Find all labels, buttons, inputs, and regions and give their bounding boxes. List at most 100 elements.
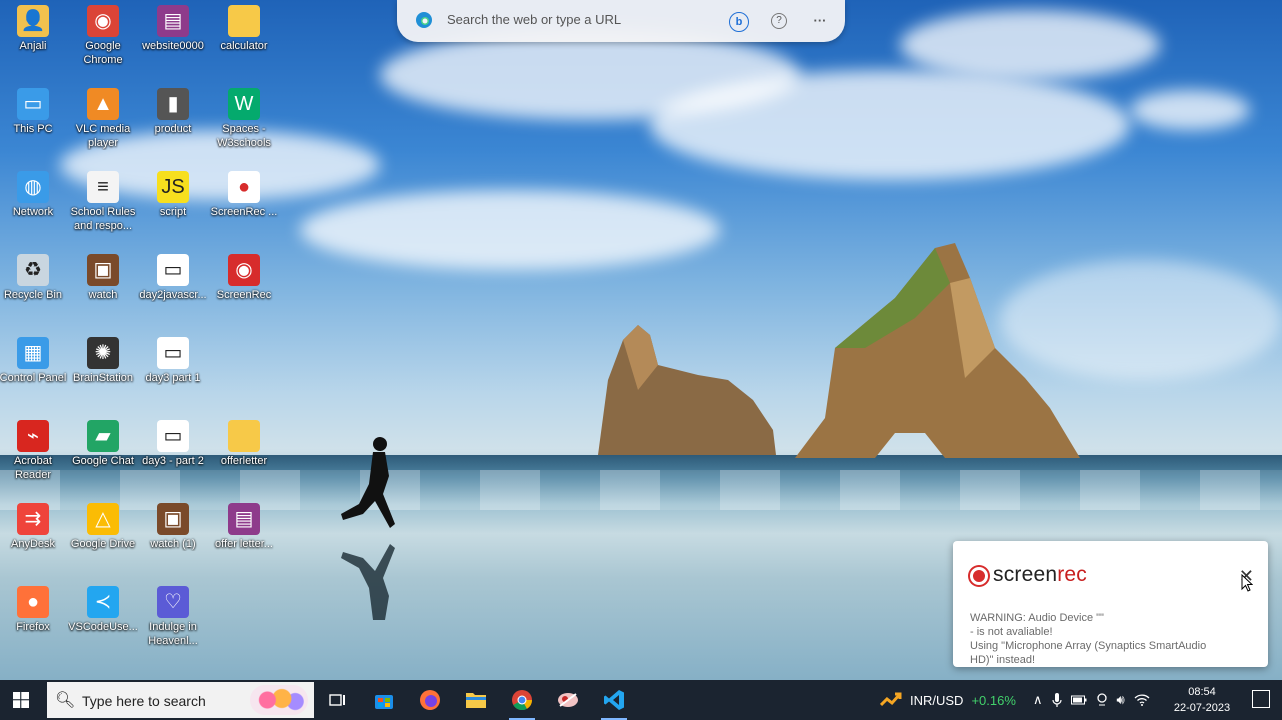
search-highlight-image[interactable] xyxy=(250,685,308,715)
desktop-icon-vlc-media-player[interactable]: ▲ VLC media player xyxy=(68,88,138,150)
desktop-icon-day3-part-2[interactable]: ▭ day3 - part 2 xyxy=(138,420,208,468)
desktop-icon-brainstation[interactable]: ✺ BrainStation xyxy=(68,337,138,385)
desktop-icon-recycle-bin[interactable]: ♻ Recycle Bin xyxy=(0,254,68,302)
brain-icon: ✺ xyxy=(87,337,119,369)
desktop-icon-label: offer letter... xyxy=(215,538,273,550)
location-icon[interactable] xyxy=(1096,693,1108,707)
snip-icon xyxy=(558,693,578,707)
desktop-icon-anjali[interactable]: 👤 Anjali xyxy=(0,5,68,53)
network-icon: ◍ xyxy=(17,171,49,203)
computer-icon: ▭ xyxy=(17,88,49,120)
desktop-icon-label: BrainStation xyxy=(73,372,133,384)
desktop-icon-google-chat[interactable]: ▰ Google Chat xyxy=(68,420,138,468)
taskbar-app-snipping-tool[interactable] xyxy=(545,680,591,720)
desktop-icon-screenrec[interactable]: ● ScreenRec ... xyxy=(209,171,279,219)
desktop-icon-watch[interactable]: ▣ watch xyxy=(68,254,138,302)
desktop-icon-product[interactable]: ▮ product xyxy=(138,88,208,136)
desktop-icon-label: Network xyxy=(12,206,54,218)
taskbar-search-box[interactable]: 🔍︎ Type here to search xyxy=(47,682,314,718)
currency-pair-label: INR/USD xyxy=(910,692,964,708)
desktop-icon-calculator[interactable]: calculator xyxy=(209,5,279,53)
edge-logo-icon xyxy=(416,12,432,28)
more-icon[interactable]: ··· xyxy=(809,10,831,32)
recycle-bin-icon: ♻ xyxy=(17,254,49,286)
desktop-icon-vscodeuse[interactable]: ≺ VSCodeUse... xyxy=(68,586,138,634)
taskbar-app-firefox[interactable] xyxy=(407,680,453,720)
desktop-icon-spaces-w3schools[interactable]: W Spaces - W3schools xyxy=(209,88,279,150)
desktop-icon-network[interactable]: ◍ Network xyxy=(0,171,68,219)
firefox-icon xyxy=(420,690,440,710)
desktop-icon-google-drive[interactable]: △ Google Drive xyxy=(68,503,138,551)
start-button[interactable] xyxy=(0,680,44,720)
desktop-icon-watch-1[interactable]: ▣ watch (1) xyxy=(138,503,208,551)
system-tray: ∧ 🔊︎ xyxy=(1033,680,1150,720)
help-icon[interactable]: ? xyxy=(771,13,787,29)
taskbar-app-vscode[interactable] xyxy=(591,680,637,720)
desktop-icon-label: watch (1) xyxy=(150,538,196,550)
desktop-icon-label: offerletter xyxy=(220,455,268,467)
desktop-icon-indulge-in-heavenl[interactable]: ♡ Indulge in Heavenl... xyxy=(138,586,208,648)
tv-icon: ▣ xyxy=(157,503,189,535)
battery-icon[interactable] xyxy=(1070,695,1087,705)
desktop-icon-label: Spaces - W3schools xyxy=(217,123,271,149)
warning-message: WARNING: Audio Device "" - is not avalia… xyxy=(970,612,1207,666)
notification-center-icon[interactable] xyxy=(1252,690,1270,708)
edge-search-bar[interactable]: Search the web or type a URL b ? ··· xyxy=(397,0,845,42)
heart-app-icon: ♡ xyxy=(157,586,189,618)
task-view-button[interactable] xyxy=(315,680,361,720)
desktop-icon-anydesk[interactable]: ⇉ AnyDesk xyxy=(0,503,68,551)
microphone-icon[interactable] xyxy=(1051,692,1062,708)
folder-icon xyxy=(466,693,486,708)
desktop-icon-label: script xyxy=(159,206,187,218)
desktop-icon-day2javascr[interactable]: ▭ day2javascr... xyxy=(138,254,208,302)
desktop-icon-this-pc[interactable]: ▭ This PC xyxy=(0,88,68,136)
desktop-icon-day3-part-1[interactable]: ▭ day3 part 1 xyxy=(138,337,208,385)
anydesk-icon: ⇉ xyxy=(17,503,49,535)
task-view-icon xyxy=(329,694,345,706)
taskbar-search-placeholder[interactable]: Type here to search xyxy=(82,693,206,709)
desktop-icon-control-panel[interactable]: ▦ Control Panel xyxy=(0,337,68,385)
wifi-icon[interactable] xyxy=(1134,694,1150,706)
desktop-icon-website0000[interactable]: ▤ website0000 xyxy=(138,5,208,53)
bing-chat-icon[interactable]: b xyxy=(729,12,749,32)
desktop-icon-label: Google Drive xyxy=(70,538,136,550)
winrar-icon: ▤ xyxy=(157,5,189,37)
vscode-icon: ≺ xyxy=(87,586,119,618)
image-file-icon: ▮ xyxy=(157,88,189,120)
windows-logo-icon xyxy=(13,692,29,708)
taskbar-app-chrome[interactable] xyxy=(499,680,545,720)
taskbar-app-file-explorer[interactable] xyxy=(453,680,499,720)
video-file-icon: ▭ xyxy=(157,420,189,452)
desktop-icon-screenrec[interactable]: ◉ ScreenRec xyxy=(209,254,279,302)
screenrec-logo-icon xyxy=(970,567,988,585)
user-folder-icon: 👤 xyxy=(17,5,49,37)
desktop-icon-google-chrome[interactable]: ◉ Google Chrome xyxy=(68,5,138,67)
screenrec-file-icon: ● xyxy=(228,171,260,203)
js-file-icon: JS xyxy=(157,171,189,203)
taskbar-app-store[interactable] xyxy=(361,680,407,720)
volume-icon[interactable]: 🔊︎ xyxy=(1117,692,1125,708)
google-drive-icon: △ xyxy=(87,503,119,535)
desktop-icon-label: VSCodeUse... xyxy=(68,621,138,633)
desktop-icon-firefox[interactable]: ● Firefox xyxy=(0,586,68,634)
desktop-icon-school-rules-and-respo[interactable]: ≡ School Rules and respo... xyxy=(68,171,138,233)
desktop-icon-script[interactable]: JS script xyxy=(138,171,208,219)
desktop-icon-label: School Rules and respo... xyxy=(70,206,136,232)
clock-time: 08:54 xyxy=(1188,686,1216,698)
desktop-icon-acrobat-reader[interactable]: ⌁ Acrobat Reader xyxy=(0,420,68,482)
desktop-icon-label: VLC media player xyxy=(75,123,131,149)
desktop-icon-offerletter[interactable]: offerletter xyxy=(209,420,279,468)
desktop-icon-label: Recycle Bin xyxy=(3,289,63,301)
desktop-icon-label: day3 part 1 xyxy=(145,372,201,384)
system-clock[interactable]: 08:54 22-07-2023 xyxy=(1170,684,1234,716)
chevron-up-icon[interactable]: ∧ xyxy=(1033,692,1043,708)
chrome-icon xyxy=(512,690,533,711)
runner-silhouette-image xyxy=(341,437,395,620)
currency-widget[interactable]: INR/USD +0.16% xyxy=(880,680,1016,720)
desktop-icon-label: Google Chat xyxy=(72,455,134,467)
desktop-icon-offer-letter[interactable]: ▤ offer letter... xyxy=(209,503,279,551)
edge-search-placeholder[interactable]: Search the web or type a URL xyxy=(447,12,621,27)
google-chat-icon: ▰ xyxy=(87,420,119,452)
desktop-icon-label: watch xyxy=(88,289,118,301)
currency-chart-icon xyxy=(880,692,902,707)
